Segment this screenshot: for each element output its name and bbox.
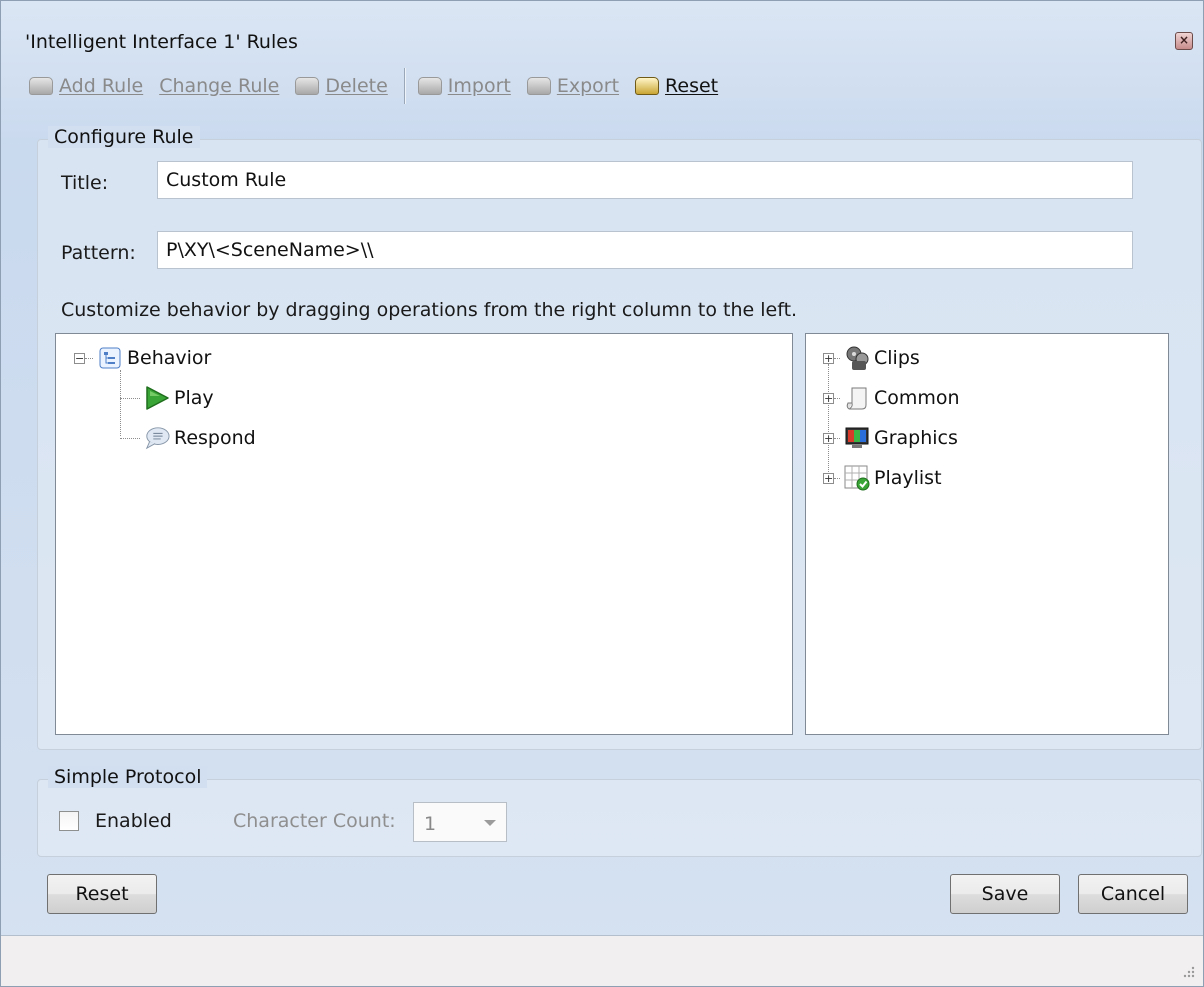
enabled-checkbox[interactable]	[59, 811, 79, 831]
cancel-button[interactable]: Cancel	[1078, 874, 1188, 914]
scroll-icon	[844, 385, 870, 411]
tree-node-clips[interactable]: + Clips	[823, 344, 920, 372]
close-icon[interactable]: ×	[1175, 32, 1193, 50]
add-rule-label: Add Rule	[59, 75, 144, 97]
add-rule-button[interactable]: Add Rule	[29, 75, 143, 97]
import-icon	[417, 77, 442, 95]
playlist-label: Playlist	[874, 467, 942, 489]
window-title: 'Intelligent Interface 1' Rules	[25, 31, 298, 53]
behavior-hint: Customize behavior by dragging operation…	[61, 299, 798, 321]
operations-tree-panel[interactable]: + Clips + Common + Graphics + Playlist	[805, 333, 1169, 735]
title-bar: 'Intelligent Interface 1' Rules ×	[1, 1, 1203, 61]
monitor-icon	[844, 425, 870, 451]
pattern-input[interactable]	[157, 231, 1133, 269]
simple-protocol-label: Simple Protocol	[48, 766, 208, 788]
delete-icon	[295, 77, 320, 95]
expand-icon[interactable]: +	[823, 392, 834, 404]
play-icon	[144, 385, 170, 411]
toolbar: Add Rule Change Rule Delete Import Expor…	[29, 67, 734, 105]
save-button[interactable]: Save	[950, 874, 1060, 914]
behavior-icon	[97, 345, 123, 371]
character-count-select[interactable]: 1	[413, 802, 507, 842]
reset-icon	[635, 77, 660, 95]
add-rule-icon	[29, 77, 53, 95]
respond-label: Respond	[174, 427, 256, 449]
change-rule-label: Change Rule	[159, 75, 280, 97]
delete-label: Delete	[325, 75, 388, 97]
title-input[interactable]	[157, 161, 1133, 199]
export-icon	[526, 77, 551, 95]
common-label: Common	[874, 387, 960, 409]
export-button[interactable]: Export	[526, 75, 620, 97]
behavior-root-node[interactable]: − Behavior	[74, 344, 211, 372]
status-bar	[1, 935, 1203, 986]
reset-toolbar-label: Reset	[665, 75, 719, 97]
collapse-icon[interactable]: −	[74, 352, 85, 364]
character-count-label: Character Count:	[233, 810, 396, 832]
title-label: Title:	[61, 172, 109, 194]
import-label: Import	[447, 75, 511, 97]
play-label: Play	[174, 387, 214, 409]
reset-button[interactable]: Reset	[47, 874, 157, 914]
clips-label: Clips	[874, 347, 920, 369]
playlist-grid-icon	[844, 465, 870, 491]
behavior-tree-panel[interactable]: − Behavior Play Respond	[55, 333, 793, 735]
expand-icon[interactable]: +	[823, 352, 834, 364]
expand-icon[interactable]: +	[823, 472, 834, 484]
tree-node-playlist[interactable]: + Playlist	[823, 464, 942, 492]
graphics-label: Graphics	[874, 427, 958, 449]
tree-node-respond[interactable]: Respond	[120, 424, 256, 452]
tree-node-graphics[interactable]: + Graphics	[823, 424, 958, 452]
change-rule-button[interactable]: Change Rule	[159, 75, 279, 97]
film-reel-icon	[844, 345, 870, 371]
simple-protocol-group: Simple Protocol	[37, 766, 1202, 857]
import-button[interactable]: Import	[417, 75, 511, 97]
speech-bubble-icon	[144, 425, 170, 451]
delete-button[interactable]: Delete	[295, 75, 388, 97]
expand-icon[interactable]: +	[823, 432, 834, 444]
export-label: Export	[556, 75, 620, 97]
resize-grip-icon[interactable]	[1181, 964, 1195, 978]
behavior-label: Behavior	[127, 347, 212, 369]
character-count-value: 1	[424, 813, 437, 835]
reset-toolbar-button[interactable]: Reset	[635, 75, 718, 97]
tree-node-common[interactable]: + Common	[823, 384, 960, 412]
toolbar-separator	[403, 68, 406, 104]
rules-dialog: 'Intelligent Interface 1' Rules × Add Ru…	[0, 0, 1204, 987]
enabled-label: Enabled	[95, 810, 172, 832]
tree-node-play[interactable]: Play	[120, 384, 214, 412]
configure-rule-label: Configure Rule	[48, 126, 200, 148]
pattern-label: Pattern:	[61, 242, 136, 264]
chevron-down-icon	[484, 820, 496, 826]
